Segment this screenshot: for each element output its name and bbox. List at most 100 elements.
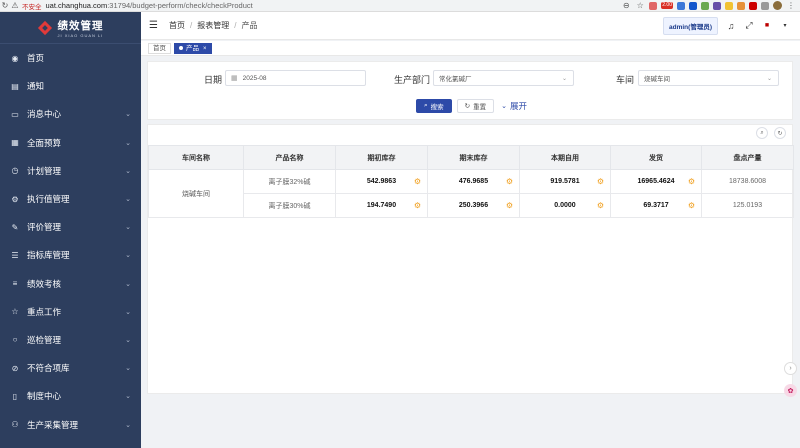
sidebar-item[interactable]: ☰ 指标库管理 ⌄ xyxy=(0,241,141,269)
expand-toggle[interactable]: ⌄ 展开 xyxy=(499,99,529,113)
sliders-icon: ☰ xyxy=(11,250,19,260)
column-header: 产品名称 xyxy=(243,145,336,170)
gear-icon[interactable]: ⚙ xyxy=(597,201,604,210)
bookmark-star-icon[interactable]: ☆ xyxy=(635,1,645,10)
sidebar-item[interactable]: ○ 巡检管理 ⌄ xyxy=(0,326,141,354)
column-header: 本期自用 xyxy=(519,145,611,170)
gear-icon[interactable]: ⚙ xyxy=(688,201,695,210)
browser-address-bar: ↻ ⚠ 不安全 uat.changhua.com:31794/budget-pe… xyxy=(0,0,800,12)
sidebar-item[interactable]: ✎ 评价管理 ⌄ xyxy=(0,213,141,241)
extension-green-icon[interactable] xyxy=(701,1,709,10)
sidebar-item[interactable]: ◷ 计划管理 ⌄ xyxy=(0,157,141,185)
chevron-down-icon: ⌄ xyxy=(125,167,131,175)
department-label: 生产部门 xyxy=(394,75,431,85)
calendar-icon: ▦ xyxy=(231,75,238,82)
workshop-cell: 烧碱车间 xyxy=(148,169,244,218)
logo: 绩效管理 JI XIAO GUAN LI xyxy=(0,12,141,44)
sidebar-item[interactable]: ⚙ 执行值管理 ⌄ xyxy=(0,185,141,213)
assistant-icon[interactable]: ✿ xyxy=(784,384,797,397)
inventory-output-cell: 18738.6008 xyxy=(701,169,794,194)
chevron-down-icon: ⌄ xyxy=(125,196,131,204)
extension-yellow-icon[interactable] xyxy=(725,1,733,10)
extensions-puzzle-icon[interactable] xyxy=(761,1,769,10)
chevron-down-icon: ⌄ xyxy=(125,336,131,344)
shipped-value: 69.3717 xyxy=(643,202,669,209)
self-use-cell: 919.5781 ⚙ xyxy=(519,169,611,194)
sidebar-item[interactable]: ≡ 绩效考核 ⌄ xyxy=(0,270,141,298)
notification-bell-icon[interactable]: ♫ xyxy=(726,21,736,31)
dashboard-icon: ◉ xyxy=(11,53,19,63)
star-icon: ☆ xyxy=(11,307,19,317)
url-field[interactable]: uat.changhua.com:31794/budget-perform/ch… xyxy=(46,1,253,10)
gear-icon[interactable]: ⚙ xyxy=(688,177,695,186)
gear-icon[interactable]: ⚙ xyxy=(414,201,421,210)
extension-red-icon[interactable] xyxy=(649,1,658,10)
product-table: 车间名称 产品名称 期初库存 期末库存 本期自用 发货 盘点产量 烧碱车间 离子… xyxy=(148,145,794,218)
book-icon: ▯ xyxy=(12,391,18,401)
tab-close-icon[interactable]: × xyxy=(203,46,207,52)
zoom-icon[interactable]: ⊖ xyxy=(621,1,631,10)
side-widget-icon[interactable]: › xyxy=(784,362,797,375)
edit-icon: ✎ xyxy=(11,222,19,232)
extension-orange-icon[interactable] xyxy=(737,1,745,10)
search-button[interactable]: ⌕ 搜索 xyxy=(416,99,452,113)
sidebar-item-label: 消息中心 xyxy=(27,109,62,120)
search-toggle-icon[interactable]: ⌕ xyxy=(756,127,768,139)
sidebar-item-label: 评价管理 xyxy=(27,222,62,233)
sidebar-item[interactable]: ☆ 重点工作 ⌄ xyxy=(0,298,141,326)
gear-icon[interactable]: ⚙ xyxy=(506,177,513,186)
refresh-icon[interactable]: ↻ xyxy=(774,127,786,139)
document-icon: ▦ xyxy=(11,138,19,148)
column-header: 期初库存 xyxy=(335,145,428,170)
self-use-value: 0.0000 xyxy=(554,202,576,209)
browser-menu-icon[interactable]: ⋮ xyxy=(786,1,796,10)
tabs-bar: 首页 产品 × xyxy=(141,41,800,56)
sidebar-item-label: 生产采集管理 xyxy=(27,419,79,430)
department-select[interactable]: 常化氯碱厂 ⌄ xyxy=(433,70,574,86)
extension-alert-icon[interactable] xyxy=(749,1,757,10)
sidebar-item-label: 全面预算 xyxy=(27,137,62,148)
fullscreen-icon[interactable]: ⤢ xyxy=(744,20,754,31)
settings-icon: ⚙ xyxy=(11,194,19,204)
tab-product[interactable]: 产品 × xyxy=(174,42,212,54)
shipped-cell: 69.3717 ⚙ xyxy=(610,193,702,218)
sidebar-item[interactable]: ▤ 通知 xyxy=(0,72,141,100)
user-menu-button[interactable]: admin(管理员) xyxy=(663,16,718,35)
extension-badge[interactable]: 2.00 xyxy=(661,2,673,9)
chevron-down-icon: ⌄ xyxy=(125,393,131,401)
tab-product-label: 产品 xyxy=(186,44,199,52)
breadcrumb-reports[interactable]: 报表管理 xyxy=(197,20,229,31)
gear-icon[interactable]: ⚙ xyxy=(597,177,604,186)
list-icon: ≡ xyxy=(12,279,18,289)
date-picker[interactable]: ▦ 2025-08 xyxy=(225,70,366,86)
extension-grammar-icon[interactable] xyxy=(689,1,697,10)
top-header: ☰ 首页 / 报表管理 / 产品 admin(管理员) ♫ ⤢ ■ ▾ xyxy=(141,12,800,40)
gear-icon[interactable]: ⚙ xyxy=(414,177,421,186)
theme-square-icon[interactable]: ■ xyxy=(762,22,772,29)
extension-blue-icon[interactable] xyxy=(677,1,685,10)
dropdown-caret-icon[interactable]: ▾ xyxy=(780,22,790,29)
department-value: 常化氯碱厂 xyxy=(439,76,472,83)
sidebar-item[interactable]: ◉ 首页 xyxy=(0,44,141,72)
tab-home[interactable]: 首页 xyxy=(148,42,171,54)
workshop-select[interactable]: 烧碱车间 ⌄ xyxy=(638,70,779,86)
sidebar-item[interactable]: ⊘ 不符合项库 ⌄ xyxy=(0,354,141,382)
sidebar-item[interactable]: ▦ 全面预算 ⌄ xyxy=(0,129,141,157)
reload-icon[interactable]: ↻ xyxy=(0,1,10,10)
table-header-row: 车间名称 产品名称 期初库存 期末库存 本期自用 发货 盘点产量 xyxy=(148,145,794,170)
gear-icon[interactable]: ⚙ xyxy=(506,201,513,210)
column-header: 发货 xyxy=(610,145,702,170)
menu-toggle-icon[interactable]: ☰ xyxy=(149,20,159,31)
sidebar-item[interactable]: ▭ 消息中心 ⌄ xyxy=(0,100,141,128)
chevron-down-icon: ⌄ xyxy=(125,280,131,288)
reset-button[interactable]: ↻ 重置 xyxy=(456,99,495,113)
logo-title: 绩效管理 xyxy=(57,19,104,32)
breadcrumb-home[interactable]: 首页 xyxy=(169,20,185,31)
circle-icon: ○ xyxy=(12,335,18,345)
sidebar-item[interactable]: ▯ 制度中心 ⌄ xyxy=(0,382,141,410)
message-icon: ▤ xyxy=(11,81,19,91)
sidebar-item[interactable]: ⚇ 生产采集管理 ⌄ xyxy=(0,410,141,438)
sidebar: 绩效管理 JI XIAO GUAN LI ◉ 首页 ▤ 通知 ▭ 消息中心 ⌄ ▦ 全面预算 ⌄ ◷… xyxy=(0,12,141,448)
profile-avatar-icon[interactable] xyxy=(773,1,782,10)
extension-purple-icon[interactable] xyxy=(713,1,721,10)
